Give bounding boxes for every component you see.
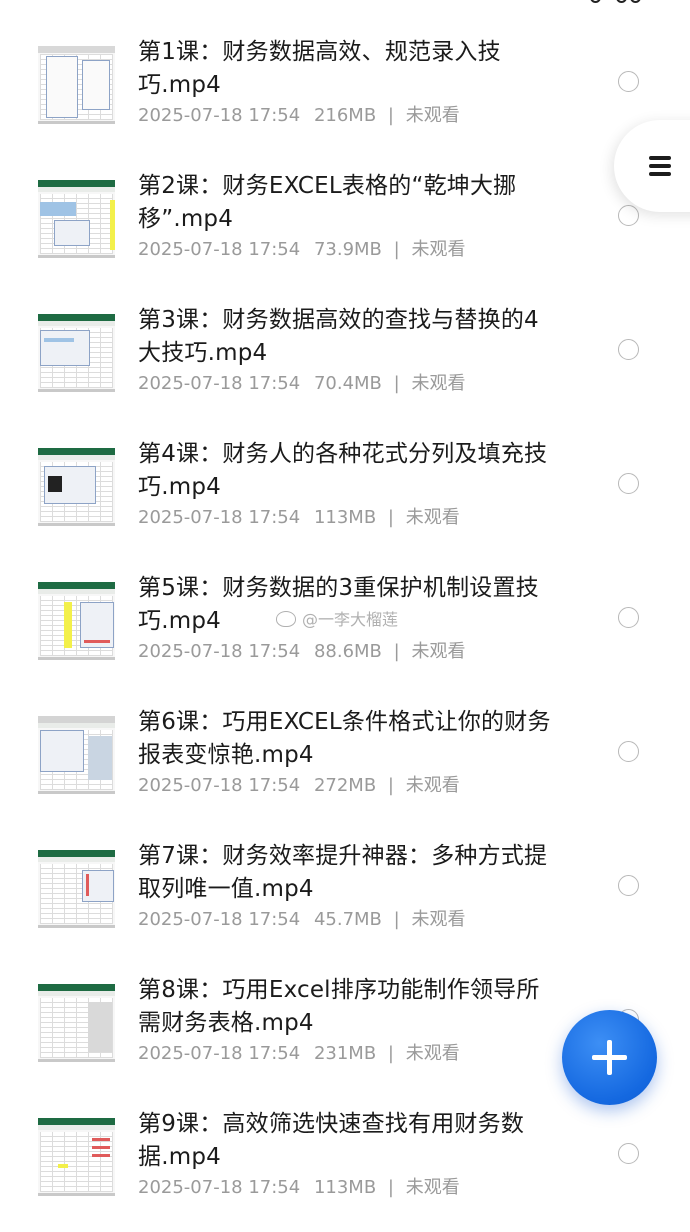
file-date: 2025-07-18 17:54 (138, 373, 301, 394)
file-size: 272MB (313, 775, 377, 796)
file-row[interactable]: 第2课：财务EXCEL表格的“乾坤大挪移”.mp4 2025-07-18 17:… (0, 142, 690, 276)
file-date: 2025-07-18 17:54 (138, 105, 301, 126)
meta-separator: | (387, 1177, 394, 1198)
file-title: 第2课：财务EXCEL表格的“乾坤大挪移”.mp4 (138, 173, 517, 232)
file-size: 88.6MB (313, 641, 382, 662)
file-date: 2025-07-18 17:54 (138, 641, 301, 662)
file-size: 231MB (313, 1043, 377, 1064)
watch-status: 未观看 (411, 641, 466, 662)
file-date: 2025-07-18 17:54 (138, 775, 301, 796)
file-date: 2025-07-18 17:54 (138, 1177, 301, 1198)
select-radio[interactable] (618, 473, 639, 494)
select-radio[interactable] (618, 741, 639, 762)
watch-status: 未观看 (405, 1043, 460, 1064)
watch-status: 未观看 (411, 909, 466, 930)
watch-status: 未观看 (411, 373, 466, 394)
watch-status: 未观看 (405, 1177, 460, 1198)
meta-separator: | (393, 373, 400, 394)
meta-separator: | (393, 641, 400, 662)
video-thumbnail (38, 180, 115, 258)
watermark-text: @一李大榴莲 (302, 610, 399, 629)
video-thumbnail (38, 46, 115, 124)
video-thumbnail (38, 582, 115, 660)
file-title: 第1课：财务数据高效、规范录入技巧.mp4 (138, 39, 501, 98)
file-row[interactable]: 第3课：财务数据高效的查找与替换的4大技巧.mp4 2025-07-18 17:… (0, 276, 690, 410)
file-row[interactable]: 第4课：财务人的各种花式分列及填充技巧.mp4 2025-07-18 17:54… (0, 410, 690, 544)
file-row[interactable]: 第1课：财务数据高效、规范录入技巧.mp4 2025-07-18 17:54 2… (0, 8, 690, 142)
video-thumbnail (38, 314, 115, 392)
select-radio[interactable] (618, 339, 639, 360)
meta-separator: | (387, 775, 394, 796)
file-meta: 2025-07-18 17:54 113MB | 未观看 (138, 506, 460, 530)
file-title: 第8课：巧用Excel排序功能制作领导所需财务表格.mp4 (138, 977, 540, 1036)
file-date: 2025-07-18 17:54 (138, 239, 301, 260)
video-thumbnail (38, 716, 115, 794)
add-button[interactable] (562, 1010, 657, 1105)
file-row[interactable]: 第6课：巧用EXCEL条件格式让你的财务报表变惊艳.mp4 2025-07-18… (0, 678, 690, 812)
watermark: @一李大榴莲 (276, 606, 398, 630)
watch-status: 未观看 (411, 239, 466, 260)
file-title: 第6课：巧用EXCEL条件格式让你的财务报表变惊艳.mp4 (138, 709, 551, 768)
file-row[interactable]: 第9课：高效筛选快速查找有用财务数据.mp4 2025-07-18 17:54 … (0, 1080, 690, 1214)
file-size: 45.7MB (313, 909, 382, 930)
select-radio[interactable] (618, 607, 639, 628)
meta-separator: | (393, 909, 400, 930)
file-meta: 2025-07-18 17:54 113MB | 未观看 (138, 1176, 460, 1200)
file-size: 70.4MB (313, 373, 382, 394)
select-radio[interactable] (618, 875, 639, 896)
select-radio[interactable] (618, 205, 639, 226)
select-radio[interactable] (618, 1143, 639, 1164)
meta-separator: | (387, 1043, 394, 1064)
file-meta: 2025-07-18 17:54 73.9MB | 未观看 (138, 238, 465, 262)
file-meta: 2025-07-18 17:54 216MB | 未观看 (138, 104, 460, 128)
file-meta: 2025-07-18 17:54 272MB | 未观看 (138, 774, 460, 798)
file-date: 2025-07-18 17:54 (138, 507, 301, 528)
file-title: 第7课：财务效率提升神器：多种方式提取列唯一值.mp4 (138, 843, 548, 902)
file-meta: 2025-07-18 17:54 70.4MB | 未观看 (138, 372, 465, 396)
watch-status: 未观看 (405, 105, 460, 126)
menu-icon (649, 156, 671, 176)
file-title: 第9课：高效筛选快速查找有用财务数据.mp4 (138, 1111, 525, 1170)
file-size: 216MB (313, 105, 377, 126)
file-meta: 2025-07-18 17:54 88.6MB | 未观看 (138, 640, 465, 664)
file-date: 2025-07-18 17:54 (138, 1043, 301, 1064)
select-radio[interactable] (618, 71, 639, 92)
file-meta: 2025-07-18 17:54 231MB | 未观看 (138, 1042, 460, 1066)
file-size: 73.9MB (313, 239, 382, 260)
file-row[interactable]: 第7课：财务效率提升神器：多种方式提取列唯一值.mp4 2025-07-18 1… (0, 812, 690, 946)
file-title: 第3课：财务数据高效的查找与替换的4大技巧.mp4 (138, 307, 539, 366)
video-thumbnail (38, 1118, 115, 1196)
video-thumbnail (38, 850, 115, 928)
meta-separator: | (387, 507, 394, 528)
video-thumbnail (38, 984, 115, 1062)
meta-separator: | (393, 239, 400, 260)
meta-separator: | (387, 105, 394, 126)
watch-status: 未观看 (405, 507, 460, 528)
video-thumbnail (38, 448, 115, 526)
weibo-icon (276, 611, 296, 627)
file-size: 113MB (313, 507, 377, 528)
watch-status: 未观看 (405, 775, 460, 796)
file-title: 第4课：财务人的各种花式分列及填充技巧.mp4 (138, 441, 548, 500)
file-size: 113MB (313, 1177, 377, 1198)
file-meta: 2025-07-18 17:54 45.7MB | 未观看 (138, 908, 465, 932)
file-date: 2025-07-18 17:54 (138, 909, 301, 930)
